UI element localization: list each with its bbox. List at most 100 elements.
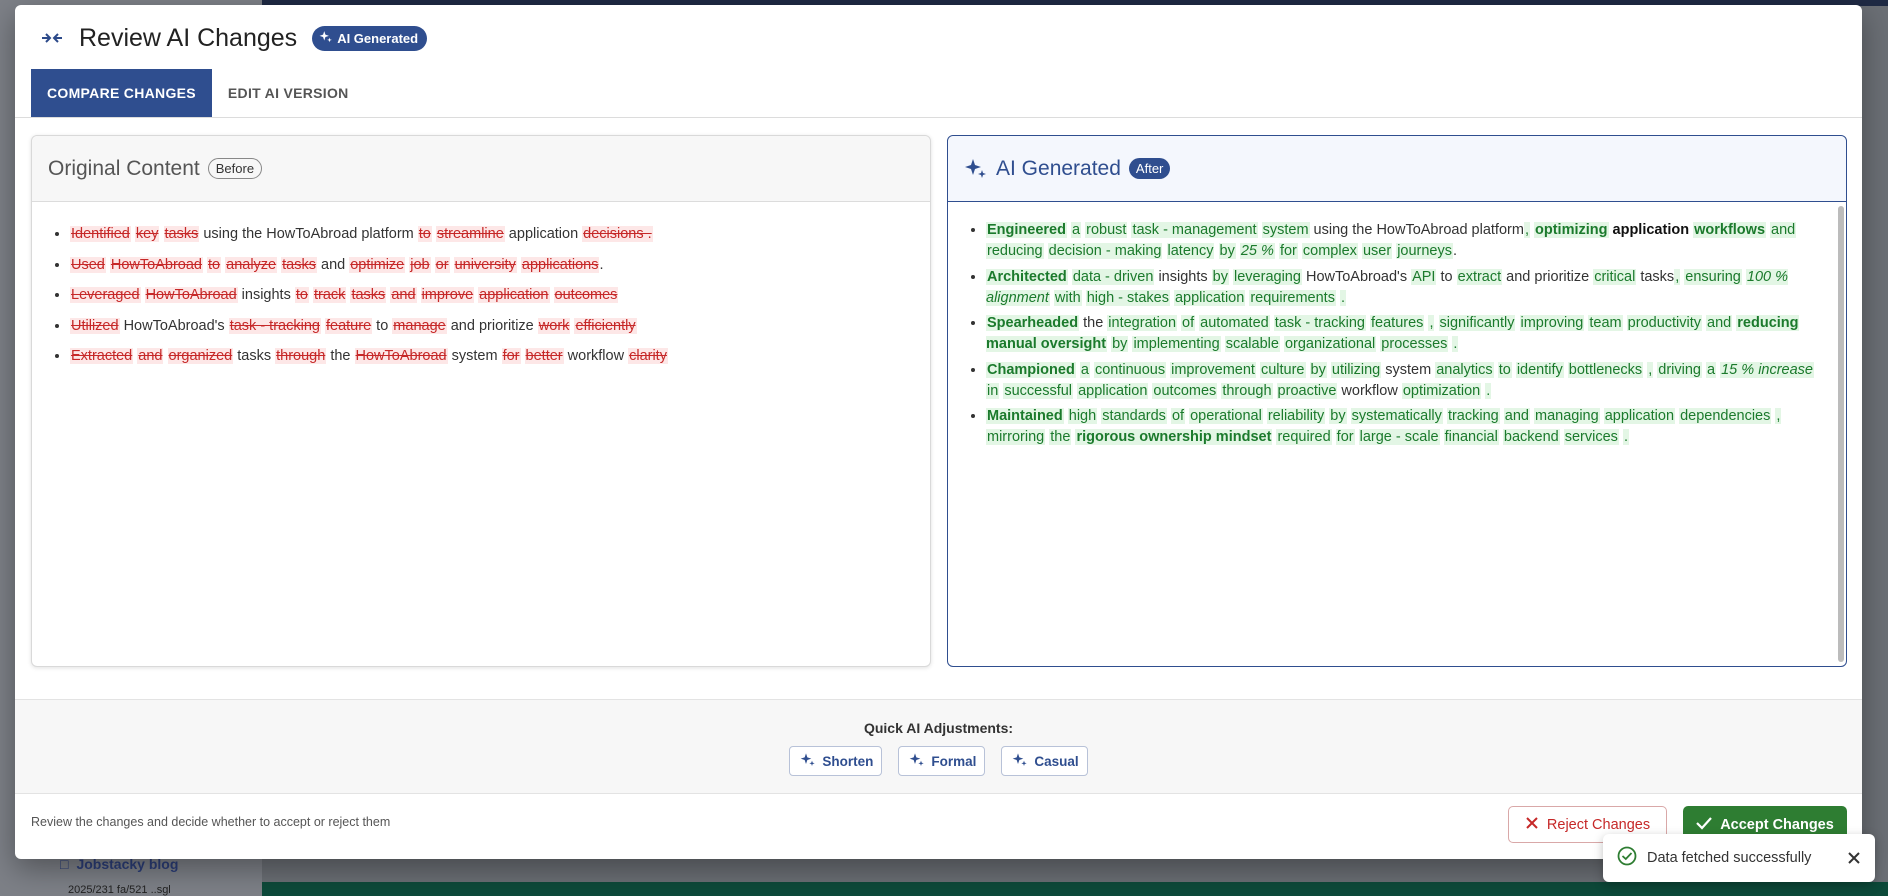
inserted-text: and	[1706, 315, 1733, 331]
inserted-text: required	[1276, 429, 1332, 445]
shorten-button[interactable]: Shorten	[789, 746, 883, 776]
unchanged-text: tasks	[1636, 268, 1675, 285]
inserted-text: managing	[1533, 408, 1600, 424]
ai-panel-scrollbar[interactable]	[1838, 206, 1844, 662]
deleted-text: and	[137, 348, 164, 364]
unchanged-text: the	[1079, 315, 1108, 331]
inserted-text: to	[1497, 361, 1512, 378]
collapse-arrows-icon[interactable]	[39, 25, 65, 51]
toast-message: Data fetched successfully	[1647, 850, 1812, 866]
deleted-text: or	[434, 256, 450, 273]
inserted-text: for	[1278, 243, 1298, 259]
inserted-text: large - scale	[1358, 429, 1440, 445]
deleted-text: analyze	[225, 256, 278, 273]
unchanged-text	[1306, 362, 1310, 378]
inserted-text: improvement	[1170, 361, 1256, 378]
reject-changes-label: Reject Changes	[1546, 816, 1651, 833]
inserted-text: backend	[1502, 429, 1560, 445]
unchanged-text	[1162, 243, 1166, 259]
inserted-text: the	[1049, 429, 1072, 445]
deleted-text: streamline	[435, 226, 505, 242]
inserted-text: successful	[1003, 382, 1074, 399]
inserted-text: a	[1079, 361, 1090, 378]
unchanged-text: and prioritize	[1502, 268, 1594, 285]
unchanged-text	[141, 287, 145, 303]
ai-content-body[interactable]: Engineered a robust task - management sy…	[948, 202, 1846, 448]
inserted-text: task - management	[1131, 222, 1258, 238]
unchanged-text: using the HowToAbroad platform	[199, 226, 418, 242]
inserted-text: task - tracking	[1273, 315, 1366, 331]
close-icon[interactable]	[1847, 851, 1861, 865]
dialog-title: Review AI Changes	[79, 23, 298, 52]
inserted-text: analytics	[1435, 361, 1494, 378]
inserted-text: processes	[1380, 336, 1449, 352]
deleted-text: clarity	[628, 348, 668, 364]
unchanged-text	[1258, 222, 1262, 238]
sparkle-icon	[909, 752, 925, 771]
check-icon	[1696, 816, 1713, 834]
inserted-text: dependencies	[1679, 408, 1772, 424]
unchanged-text	[1434, 315, 1438, 331]
inserted-text: workflows	[1693, 222, 1767, 238]
inserted-text: features	[1370, 315, 1425, 331]
deleted-text: and	[390, 287, 417, 303]
original-list-item: Used HowToAbroad to analyze tasks and op…	[70, 255, 910, 276]
inserted-text: implementing	[1132, 336, 1221, 352]
inserted-text: culture	[1259, 361, 1306, 378]
inserted-text: API	[1411, 268, 1437, 285]
inserted-text: data - driven	[1071, 268, 1155, 285]
deleted-text: task - tracking	[228, 317, 321, 334]
inserted-text: Engineered	[986, 222, 1067, 238]
inserted-text: optimizing	[1534, 222, 1609, 238]
inserted-text: Championed	[986, 361, 1076, 378]
inserted-text: high	[1067, 408, 1098, 424]
ai-list-item: Maintained high standards of operational…	[986, 406, 1826, 448]
dialog-header: Review AI Changes AI Generated	[15, 5, 1862, 71]
deleted-text: to	[207, 256, 222, 273]
inserted-text: Spearheaded	[986, 315, 1080, 331]
deleted-text: applications	[520, 256, 600, 273]
casual-button[interactable]: Casual	[1001, 746, 1088, 776]
tab-compare-changes[interactable]: COMPARE CHANGES	[31, 69, 212, 117]
unchanged-text: tasks	[233, 348, 276, 364]
deleted-text: key	[134, 226, 160, 242]
sparkle-icon	[800, 752, 816, 771]
deleted-text: efficiently	[574, 317, 637, 334]
inserted-text: in	[986, 382, 1000, 399]
unchanged-text	[1515, 315, 1519, 331]
inserted-text: financial	[1443, 429, 1499, 445]
deleted-text: decisions .	[582, 226, 653, 242]
inserted-text: reliability	[1266, 408, 1326, 424]
inserted-text: team	[1588, 315, 1623, 331]
unchanged-text: workflow	[563, 348, 629, 364]
inserted-text: standards	[1101, 408, 1167, 424]
inserted-text: application	[1077, 382, 1149, 399]
tab-edit-ai-version[interactable]: EDIT AI VERSION	[212, 69, 365, 117]
inserted-text: outcomes	[1152, 382, 1218, 399]
check-circle-icon	[1617, 846, 1637, 871]
inserted-text: of	[1181, 315, 1196, 331]
inserted-text: by	[1111, 336, 1129, 352]
unchanged-text: and	[316, 256, 350, 273]
inserted-text: robust	[1085, 222, 1128, 238]
shorten-button-label: Shorten	[822, 753, 874, 769]
before-badge: Before	[207, 158, 263, 179]
inserted-text: extract	[1456, 268, 1503, 285]
deleted-text: Used	[70, 256, 106, 273]
inserted-text: ,	[1775, 408, 1782, 424]
deleted-text: improve	[420, 287, 475, 303]
inserted-text: Architected	[986, 268, 1068, 285]
deleted-text: Utilized	[70, 317, 120, 334]
formal-button[interactable]: Formal	[898, 746, 986, 776]
sparkle-icon	[319, 30, 333, 47]
deleted-text: optimize	[349, 256, 406, 273]
inserted-text: scalable	[1224, 336, 1280, 352]
inserted-text: by	[1309, 361, 1327, 378]
unchanged-text	[417, 287, 421, 303]
inserted-text: and	[1503, 408, 1530, 424]
deleted-text: tasks	[281, 256, 317, 273]
inserted-text: tracking	[1446, 408, 1500, 424]
inserted-text: significantly	[1438, 315, 1516, 331]
ai-generated-badge: AI Generated	[312, 25, 428, 51]
inserted-text: requirements	[1249, 289, 1336, 306]
